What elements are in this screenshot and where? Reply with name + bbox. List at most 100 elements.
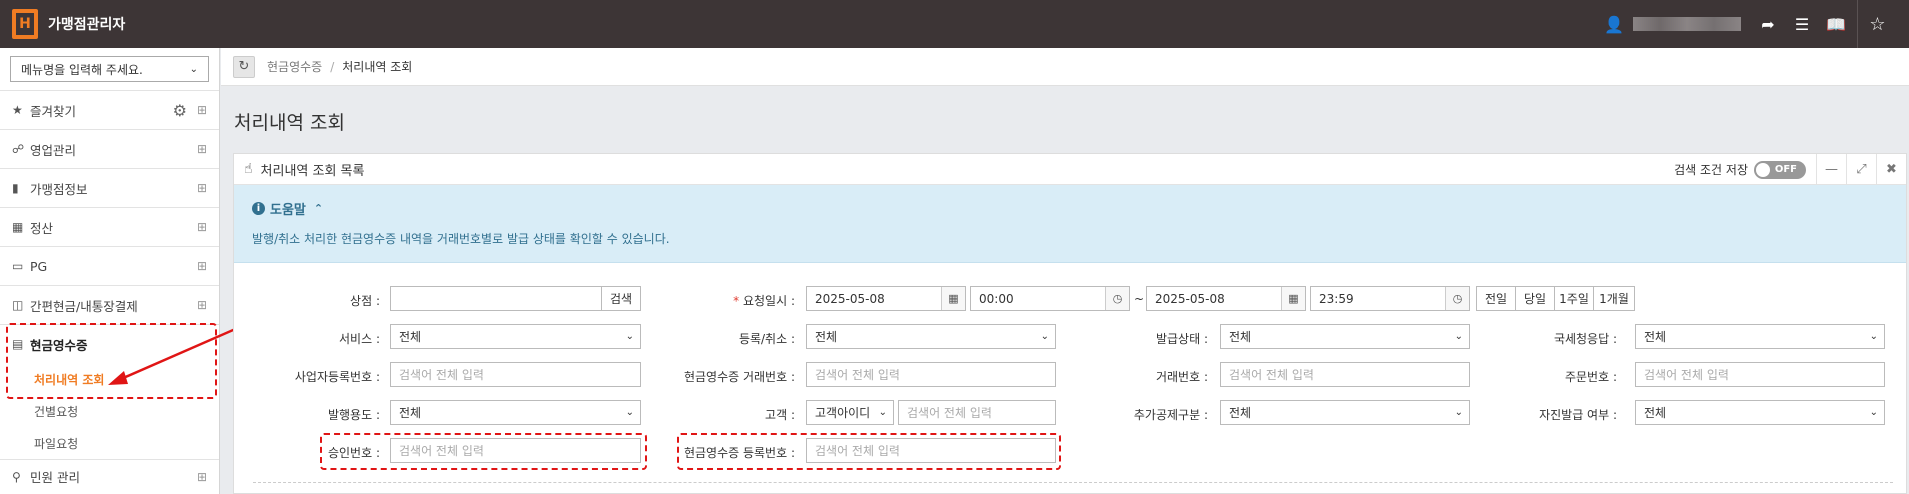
customer-type-value: 고객아이디 — [815, 406, 871, 420]
txno-input[interactable]: 검색어 전체 입력 — [1220, 362, 1470, 387]
nts-response-label: 국세청응답 : — [1553, 332, 1617, 346]
help-box: i 도움말 ⌃ 발행/취소 처리한 현금영수증 내역을 거래번호별로 발급 상태… — [234, 185, 1906, 263]
expand-icon[interactable]: ⊞ — [197, 298, 207, 312]
chevron-down-icon: ⌄ — [625, 331, 634, 342]
building-icon: ▮ — [12, 181, 19, 195]
page-title: 처리내역 조회 — [234, 112, 345, 134]
purpose-select[interactable]: 전체 ⌄ — [390, 400, 641, 425]
self-issue-select[interactable]: 전체 ⌄ — [1635, 400, 1885, 425]
toggle-knob — [1756, 162, 1770, 177]
help-toggle[interactable]: i 도움말 ⌃ — [252, 185, 1906, 218]
logout-icon[interactable]: ➦ — [1751, 15, 1785, 34]
service-select[interactable]: 전체 ⌄ — [390, 324, 641, 349]
quick-month-button[interactable]: 1개월 — [1593, 286, 1635, 311]
expand-icon[interactable]: ⊞ — [197, 220, 207, 234]
receipt-tx-input[interactable]: 검색어 전체 입력 — [806, 362, 1056, 387]
self-issue-value: 전체 — [1644, 406, 1667, 420]
book-icon[interactable]: 📖 — [1819, 15, 1853, 34]
start-time-input[interactable]: 00:00 ◷ — [970, 286, 1130, 311]
clock-icon[interactable]: ◷ — [1105, 287, 1129, 310]
gear-icon[interactable]: ⚙ — [173, 101, 187, 120]
customer-type-select[interactable]: 고객아이디 ⌄ — [806, 400, 894, 425]
hand-pointer-icon: ☝ — [244, 161, 253, 177]
receipt-tx-label: 현금영수증 거래번호 : — [683, 370, 795, 384]
search-icon: ⚲ — [12, 469, 21, 484]
star-icon[interactable]: ☆ — [1857, 0, 1897, 48]
sidebar-item-complaints[interactable]: ⚲ 민원 관리 ⊞ — [0, 459, 219, 493]
save-search-toggle[interactable]: OFF — [1754, 160, 1806, 179]
calendar-icon[interactable]: ▦ — [941, 287, 965, 310]
sidebar-item-label: 민원 관리 — [30, 470, 80, 485]
deduction-select[interactable]: 전체 ⌄ — [1220, 400, 1470, 425]
orderno-label: 주문번호 : — [1564, 370, 1617, 384]
quick-week-button[interactable]: 1주일 — [1554, 286, 1594, 311]
sidebar-item-settlement[interactable]: ▦ 정산 ⊞ — [0, 207, 219, 246]
save-search-label: 검색 조건 저장 — [1674, 163, 1748, 177]
sidebar-item-label: 즐겨찾기 — [30, 103, 77, 119]
help-title: 도움말 — [270, 203, 306, 218]
toggle-text: OFF — [1774, 164, 1797, 175]
chevron-down-icon: ⌄ — [625, 407, 634, 418]
end-date-value: 2025-05-08 — [1155, 291, 1225, 306]
customer-input[interactable]: 검색어 전체 입력 — [898, 400, 1056, 425]
app-logo[interactable]: H — [12, 9, 38, 39]
bizno-input[interactable]: 검색어 전체 입력 — [390, 362, 641, 387]
orderno-input[interactable]: 검색어 전체 입력 — [1635, 362, 1885, 387]
calculator-icon: ▦ — [12, 220, 24, 234]
sidebar-item-store-info[interactable]: ▮ 가맹점정보 ⊞ — [0, 168, 219, 207]
store-input[interactable] — [390, 286, 602, 311]
reg-cancel-value: 전체 — [815, 330, 838, 344]
sidebar-sub-item-single-request[interactable]: 건별요청 — [0, 395, 219, 427]
user-icon[interactable]: 👤 — [1597, 15, 1631, 34]
minimize-icon[interactable]: — — [1816, 154, 1846, 185]
close-icon[interactable]: ✖ — [1876, 154, 1906, 185]
self-issue-label: 자진발급 여부 : — [1539, 408, 1617, 422]
expand-icon[interactable]: ⊞ — [197, 181, 207, 195]
service-label: 서비스 : — [339, 332, 380, 346]
customer-label: 고객 : — [765, 408, 795, 422]
sidebar-item-sales[interactable]: ☍ 영업관리 ⊞ — [0, 129, 219, 168]
sidebar-sub-item-file-request[interactable]: 파일요청 — [0, 427, 219, 459]
info-icon: i — [252, 202, 265, 215]
calendar-icon[interactable]: ▦ — [1281, 287, 1305, 310]
help-text: 발행/취소 처리한 현금영수증 내역을 거래번호별로 발급 상태를 확인할 수 … — [252, 232, 670, 246]
sidebar-item-pg[interactable]: ▭ PG ⊞ — [0, 246, 219, 285]
star-icon: ★ — [12, 103, 23, 117]
breadcrumb-current: 처리내역 조회 — [342, 60, 413, 74]
quick-today-button[interactable]: 당일 — [1515, 286, 1555, 311]
sidebar-item-favorites[interactable]: ★ 즐겨찾기 ⚙ ⊞ — [0, 90, 219, 129]
store-search-button[interactable]: 검색 — [601, 286, 641, 311]
panel-title: 처리내역 조회 목록 — [260, 163, 365, 179]
panel-header-tools: 검색 조건 저장 OFF — ⤢ ✖ — [1674, 154, 1906, 185]
expand-icon[interactable]: ⊞ — [197, 470, 207, 484]
end-date-input[interactable]: 2025-05-08 ▦ — [1146, 286, 1306, 311]
expand-icon[interactable]: ⊞ — [197, 142, 207, 156]
request-date-label: * 요청일시 : — [700, 292, 795, 309]
nts-response-value: 전체 — [1644, 330, 1667, 344]
expand-icon[interactable]: ⊞ — [197, 259, 207, 273]
chevron-down-icon: ⌄ — [1454, 407, 1463, 418]
chevron-down-icon: ⌄ — [189, 63, 198, 75]
end-time-input[interactable]: 23:59 ◷ — [1310, 286, 1470, 311]
chevron-down-icon: ⌄ — [1454, 331, 1463, 342]
request-date-text: 요청일시 : — [742, 294, 795, 308]
nts-response-select[interactable]: 전체 ⌄ — [1635, 324, 1885, 349]
quick-yesterday-button[interactable]: 전일 — [1476, 286, 1516, 311]
sidebar-item-label: 간편현금/내통장결제 — [30, 298, 138, 314]
sidebar: 메뉴명을 입력해 주세요. ⌄ ★ 즐겨찾기 ⚙ ⊞ ☍ 영업관리 ⊞ ▮ 가맹… — [0, 48, 220, 494]
issue-status-value: 전체 — [1229, 330, 1252, 344]
hamburger-icon[interactable]: ☰ — [1785, 15, 1819, 34]
deduction-value: 전체 — [1229, 406, 1252, 420]
issue-status-select[interactable]: 전체 ⌄ — [1220, 324, 1470, 349]
breadcrumb-parent[interactable]: 현금영수증 — [267, 58, 322, 75]
expand-icon[interactable]: ⊞ — [197, 103, 207, 117]
menu-search-select[interactable]: 메뉴명을 입력해 주세요. ⌄ — [10, 56, 209, 82]
refresh-icon[interactable]: ↻ — [233, 55, 255, 78]
reg-cancel-select[interactable]: 전체 ⌄ — [806, 324, 1056, 349]
clock-icon[interactable]: ◷ — [1445, 287, 1469, 310]
chevron-down-icon: ⌄ — [1869, 331, 1878, 342]
start-date-input[interactable]: 2025-05-08 ▦ — [806, 286, 966, 311]
sidebar-item-label: 가맹점정보 — [30, 181, 88, 197]
menu-search-placeholder: 메뉴명을 입력해 주세요. — [21, 62, 143, 77]
expand-icon[interactable]: ⤢ — [1846, 154, 1876, 185]
